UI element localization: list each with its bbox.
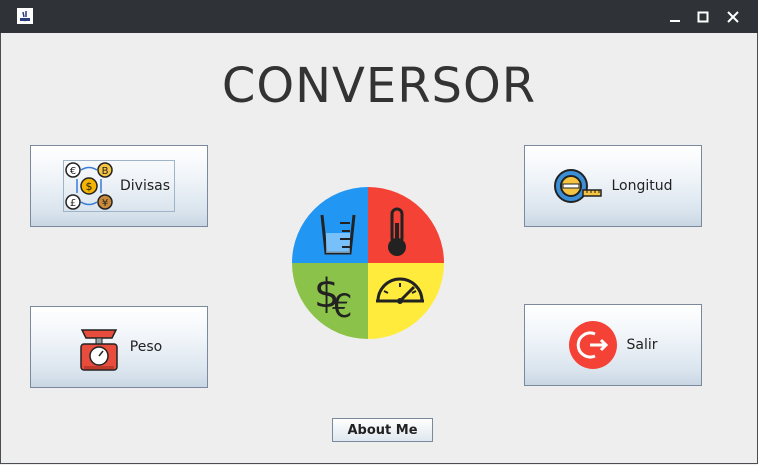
salir-label: Salir (626, 337, 658, 353)
divisas-button[interactable]: € B £ ¥ $ Divisas (30, 145, 208, 227)
maximize-icon[interactable] (694, 8, 712, 26)
logo-quadrant-red (368, 187, 444, 263)
close-icon[interactable] (724, 8, 742, 26)
minimize-icon[interactable] (666, 8, 684, 26)
longitud-button[interactable]: Longitud (524, 145, 702, 227)
exit-icon (569, 321, 618, 369)
window-titlebar (0, 0, 758, 33)
peso-button[interactable]: Peso (30, 306, 208, 388)
svg-text:€: € (332, 287, 352, 325)
converter-wheel-icon: $ € (292, 187, 444, 339)
divisas-label: Divisas (119, 178, 170, 194)
svg-text:£: £ (70, 198, 76, 209)
divisas-button-content: € B £ ¥ $ Divisas (62, 160, 175, 212)
svg-text:€: € (70, 166, 76, 177)
salir-button[interactable]: Salir (524, 304, 702, 386)
about-me-button[interactable]: About Me (332, 418, 433, 442)
longitud-label: Longitud (611, 178, 673, 194)
page-title: CONVERSOR (221, 58, 537, 114)
svg-text:$: $ (85, 180, 92, 193)
currency-exchange-icon: € B £ ¥ $ (65, 162, 113, 210)
java-app-icon (17, 8, 33, 24)
svg-text:¥: ¥ (102, 198, 108, 209)
svg-text:B: B (102, 166, 109, 177)
scale-icon (80, 329, 118, 371)
tape-measure-icon (554, 169, 603, 203)
peso-label: Peso (129, 339, 163, 355)
